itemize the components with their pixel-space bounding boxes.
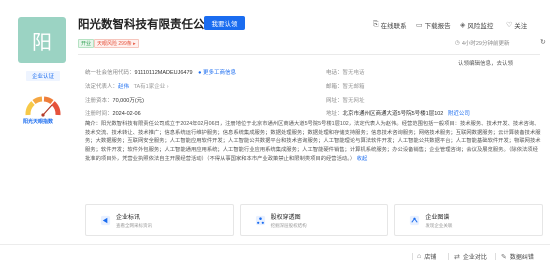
website-label: 网址：: [326, 98, 343, 104]
company-intro: 简介：阳光数智科技有限责任公司成立于2024年02月06日，注册地位于北京市通州…: [85, 120, 543, 164]
intro-label: 简介：: [85, 121, 101, 127]
reg-date-value: 2024-02-06: [112, 111, 141, 117]
tile-subtitle: 发现企业关联: [425, 222, 453, 228]
company-logo: 阳: [18, 17, 66, 63]
contact-button[interactable]: ⎘ 在线联系: [373, 20, 407, 30]
website-row: 网址：暂无网址: [326, 96, 365, 104]
reg-date-row: 注册时间：2024-02-06: [85, 109, 141, 117]
address-row: 地址：北京市通州区商通大道5号院5号楼1层102 附近公司: [326, 109, 470, 117]
legal-rep-label: 法定代表人：: [85, 84, 119, 90]
follow-label: 关注: [514, 23, 528, 30]
address-value: 北京市通州区商通大道5号院5号楼1层102: [342, 111, 444, 117]
clock-icon: ◷: [455, 40, 460, 46]
tile-subtitle: 查看全网采标资讯: [116, 222, 152, 228]
claim-edit-note[interactable]: 认领编辑信息，去认领: [458, 59, 513, 67]
chevron-right-icon: ›: [166, 84, 169, 90]
contact-label: 在线联系: [380, 23, 407, 30]
dot-icon: ●: [198, 70, 202, 76]
gauge-seg-1: [25, 101, 35, 116]
legal-rep-row: 法定代表人：赵伟 TA有1家企业 ›: [85, 82, 169, 90]
capital-row: 注册资本：70,000万(元): [85, 96, 144, 104]
megaphone-icon: [100, 215, 111, 225]
claim-button[interactable]: 我要认领: [204, 16, 245, 30]
more-business-info-link[interactable]: 更多工商信息: [203, 70, 236, 76]
phone-label: 电话：: [326, 70, 343, 76]
document-icon: ▭: [416, 22, 423, 29]
reg-date-label: 注册时间：: [85, 111, 113, 117]
intro-text: 阳光数智科技有限责任公司成立于2024年02月06日，注册地位于北京市通州区商通…: [85, 121, 541, 162]
network-icon: [410, 215, 420, 225]
tile-title: 企业标讯: [116, 214, 141, 221]
website-value: 暂无网址: [342, 98, 365, 104]
email-row: 邮箱：暂无邮箱: [326, 82, 365, 90]
gauge-hub: [41, 113, 45, 117]
legal-rep-link[interactable]: 赵伟: [118, 84, 129, 90]
email-label: 邮箱：: [326, 84, 343, 90]
nearby-companies-link[interactable]: 附近公司: [448, 111, 470, 117]
logo-char: 阳: [32, 29, 52, 54]
compare-icon: ⇄: [454, 253, 460, 261]
credit-code-value: 91110112MADEUJ6479: [134, 70, 193, 76]
follow-button[interactable]: ♡ 关注: [506, 20, 527, 30]
gauge-seg-4: [51, 101, 61, 116]
correct-label: 数据纠错: [509, 255, 534, 261]
capital-label: 注册资本：: [85, 98, 113, 104]
compare-label: 企业对比: [462, 255, 487, 261]
sunshine-index-gauge[interactable]: [22, 91, 64, 119]
address-label: 地址：: [326, 111, 343, 117]
enterprise-cert-badge: 企业认证: [26, 71, 60, 81]
monitor-label: 风险监控: [467, 23, 494, 30]
company-header-card: 阳 阳光数智科技有限责任公司 我要认领 开业 天眼风险 299条 ▸ ⎘ 在线联系…: [0, 0, 550, 244]
tile-equity[interactable]: 股权穿透图 挖掘深层股权结构: [239, 204, 389, 236]
email-value: 暂无邮箱: [342, 84, 365, 90]
edit-icon: ✎: [501, 253, 507, 261]
equity-chart-icon: [255, 215, 265, 225]
capital-value: 70,000万(元): [112, 98, 145, 104]
legal-rep-company-count: TA有1家企业: [133, 84, 166, 90]
risk-monitor-button[interactable]: ◈ 风险监控: [460, 20, 493, 30]
bottom-toolbar: ⌂ 店铺 ⇄ 企业对比 ✎ 数据纠错: [0, 244, 550, 267]
download-report-button[interactable]: ▭ 下载报告: [416, 20, 451, 30]
store-icon: ⌂: [417, 253, 422, 260]
store-label: 店铺: [424, 255, 437, 261]
download-label: 下载报告: [424, 23, 451, 30]
company-name: 阳光数智科技有限责任公司: [78, 19, 216, 31]
correct-data-button[interactable]: ✎ 数据纠错: [501, 252, 534, 262]
tile-bidding[interactable]: 企业标讯 查看全网采标资讯: [85, 204, 234, 236]
tile-title: 股权穿透图: [270, 214, 301, 221]
gauge-seg-3: [43, 96, 54, 105]
heart-icon: ♡: [506, 22, 513, 29]
gauge-label: 阳光天眼指数: [23, 119, 54, 125]
risk-badge[interactable]: 天眼风险 299条 ▸: [94, 39, 139, 48]
tile-graph[interactable]: 企业图谱 发现企业关联: [394, 204, 544, 236]
chat-icon: ⎘: [373, 21, 379, 28]
refresh-icon[interactable]: ↻: [540, 38, 546, 46]
divider: [412, 253, 413, 260]
divider: [495, 253, 496, 260]
divider: [448, 253, 449, 260]
status-badge: 开业: [78, 39, 95, 48]
divider: [78, 54, 540, 55]
shield-icon: ◈: [460, 22, 466, 29]
phone-value: 暂无电话: [342, 70, 365, 76]
tile-subtitle: 挖掘深层股权结构: [270, 222, 307, 228]
gauge-seg-2: [32, 96, 43, 105]
update-time: ◷ 4小时29分钟前更新: [455, 39, 510, 47]
credit-code-row: 统一社会信用代码：91110112MADEUJ6479 ● 更多工商信息: [85, 68, 236, 76]
gauge-needle: [42, 104, 53, 116]
tile-title: 企业图谱: [425, 214, 450, 221]
collapse-link[interactable]: 收起: [357, 156, 368, 162]
compare-button[interactable]: ⇄ 企业对比: [454, 252, 487, 262]
update-text: 4小时29分钟前更新: [461, 41, 510, 47]
feature-tiles: 企业标讯 查看全网采标资讯 股权穿透图 挖掘深层股权结构 企业图谱 发现企业关联: [85, 204, 544, 236]
credit-code-label: 统一社会信用代码：: [85, 70, 135, 76]
store-button[interactable]: ⌂ 店铺: [417, 252, 436, 261]
phone-row: 电话：暂无电话: [326, 68, 365, 76]
